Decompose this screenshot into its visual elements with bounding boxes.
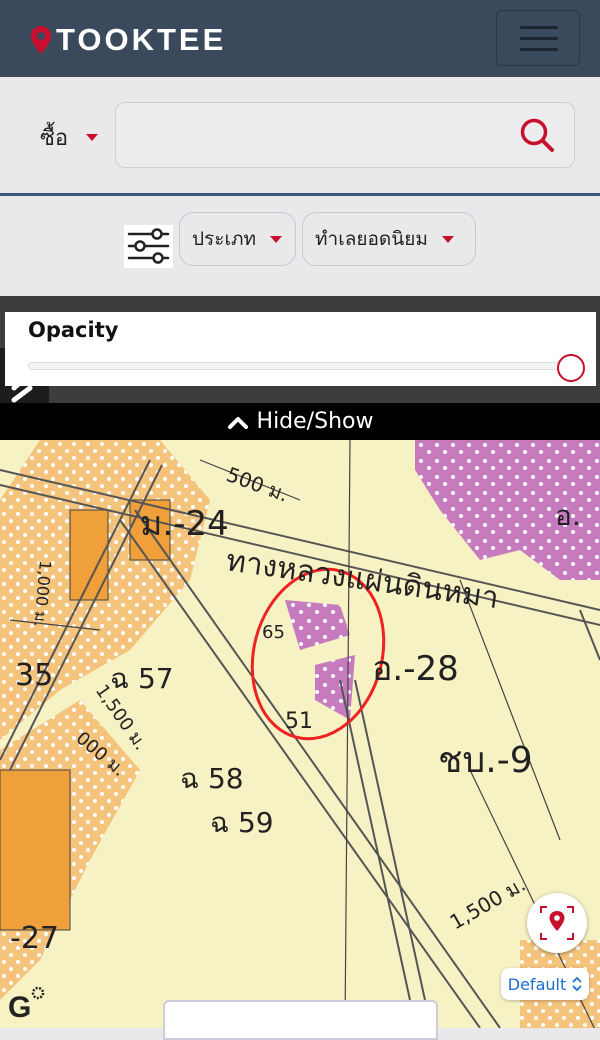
popular-location-dropdown[interactable]: ทำเลยอดนิยม (302, 212, 476, 266)
menu-button[interactable] (496, 10, 580, 66)
search-icon[interactable] (518, 116, 556, 154)
sliders-icon[interactable] (124, 225, 173, 268)
map-label: 51 (285, 709, 313, 734)
settings-g-icon[interactable]: G (8, 985, 46, 1021)
map-label: ม.-24 (140, 504, 229, 544)
chevron-down-icon (441, 235, 454, 243)
brand-name: TOOKTEE (56, 22, 227, 57)
svg-text:G: G (8, 991, 31, 1021)
opacity-label: Opacity (28, 318, 119, 342)
map-label: 35 (15, 658, 53, 693)
map-label: อ. (555, 499, 581, 532)
opacity-slider-track[interactable] (28, 362, 573, 370)
map-type-label: Default (507, 974, 567, 994)
hamburger-icon (520, 26, 558, 29)
opacity-panel: Opacity (5, 312, 596, 386)
map-label: ชบ.-9 (438, 740, 533, 781)
opacity-slider-thumb[interactable] (557, 354, 585, 382)
transaction-type-label: ซื้อ (40, 126, 69, 151)
chevron-up-icon (227, 416, 248, 429)
map-label: อ.-28 (372, 649, 459, 689)
hide-show-toggle[interactable]: Hide/Show (0, 403, 600, 440)
map-label: ฉ 57 (110, 662, 174, 695)
map-label: ฉ 58 (180, 762, 244, 795)
map-label: -27 (10, 921, 59, 956)
bottom-info-card[interactable] (163, 1000, 438, 1040)
chevron-down-icon (86, 134, 99, 141)
transaction-type-select[interactable]: ซื้อ (40, 120, 99, 155)
top-navbar: TOOKTEE (0, 0, 600, 77)
chevron-down-icon (270, 235, 283, 243)
map-label: ฉ 59 (210, 806, 274, 839)
map-label: 65 (262, 622, 285, 643)
hide-show-label: Hide/Show (256, 409, 374, 434)
location-pin-icon (31, 26, 51, 54)
search-input[interactable] (115, 102, 575, 168)
location-target-icon (540, 906, 574, 940)
zoning-map[interactable]: ม.-24 อ.-28 ชบ.-9 ฉ 57 ฉ 58 ฉ 59 500 ม. … (0, 440, 600, 1028)
my-location-button[interactable] (527, 893, 587, 953)
property-type-dropdown[interactable]: ประเภท (179, 212, 296, 266)
up-down-chevron-icon (572, 977, 582, 991)
tooktee-logo[interactable]: TOOKTEE (30, 22, 226, 58)
map-type-select[interactable]: Default (501, 968, 589, 1000)
search-bar: ซื้อ (0, 77, 600, 195)
map-image: ม.-24 อ.-28 ชบ.-9 ฉ 57 ฉ 58 ฉ 59 500 ม. … (0, 440, 600, 1028)
filter-bar: ประเภท ทำเลยอดนิยม (0, 196, 600, 296)
popular-location-label: ทำเลยอดนิยม (315, 228, 428, 250)
property-type-label: ประเภท (192, 228, 257, 250)
